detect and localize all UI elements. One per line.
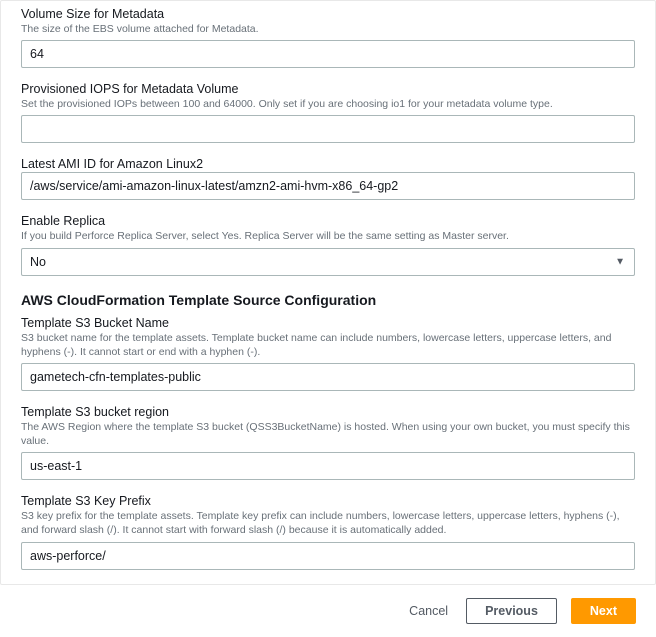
footer: Cancel Previous Next — [0, 585, 656, 637]
bucket-name-group: Template S3 Bucket Name S3 bucket name f… — [21, 316, 635, 391]
ami-group: Latest AMI ID for Amazon Linux2 — [21, 157, 635, 200]
previous-button[interactable]: Previous — [466, 598, 557, 624]
volume-size-input[interactable] — [21, 40, 635, 68]
bucket-region-desc: The AWS Region where the template S3 buc… — [21, 420, 635, 448]
ami-label: Latest AMI ID for Amazon Linux2 — [21, 157, 635, 171]
form-container: Volume Size for Metadata The size of the… — [0, 0, 656, 585]
ami-input[interactable] — [21, 172, 635, 200]
key-prefix-label: Template S3 Key Prefix — [21, 494, 635, 508]
volume-size-group: Volume Size for Metadata The size of the… — [21, 7, 635, 68]
bucket-region-group: Template S3 bucket region The AWS Region… — [21, 405, 635, 480]
key-prefix-group: Template S3 Key Prefix S3 key prefix for… — [21, 494, 635, 569]
iops-input[interactable] — [21, 115, 635, 143]
replica-desc: If you build Perforce Replica Server, se… — [21, 229, 635, 243]
bucket-region-input[interactable] — [21, 452, 635, 480]
cancel-button[interactable]: Cancel — [405, 599, 452, 623]
iops-label: Provisioned IOPS for Metadata Volume — [21, 82, 635, 96]
replica-group: Enable Replica If you build Perforce Rep… — [21, 214, 635, 275]
replica-select-wrapper: No ▼ — [21, 248, 635, 276]
volume-size-label: Volume Size for Metadata — [21, 7, 635, 21]
bucket-region-label: Template S3 bucket region — [21, 405, 635, 419]
key-prefix-desc: S3 key prefix for the template assets. T… — [21, 509, 635, 537]
section-heading: AWS CloudFormation Template Source Confi… — [21, 292, 635, 308]
next-button[interactable]: Next — [571, 598, 636, 624]
volume-size-desc: The size of the EBS volume attached for … — [21, 22, 635, 36]
iops-group: Provisioned IOPS for Metadata Volume Set… — [21, 82, 635, 143]
key-prefix-input[interactable] — [21, 542, 635, 570]
replica-select[interactable]: No — [21, 248, 635, 276]
bucket-name-label: Template S3 Bucket Name — [21, 316, 635, 330]
bucket-name-desc: S3 bucket name for the template assets. … — [21, 331, 635, 359]
replica-label: Enable Replica — [21, 214, 635, 228]
bucket-name-input[interactable] — [21, 363, 635, 391]
iops-desc: Set the provisioned IOPs between 100 and… — [21, 97, 635, 111]
